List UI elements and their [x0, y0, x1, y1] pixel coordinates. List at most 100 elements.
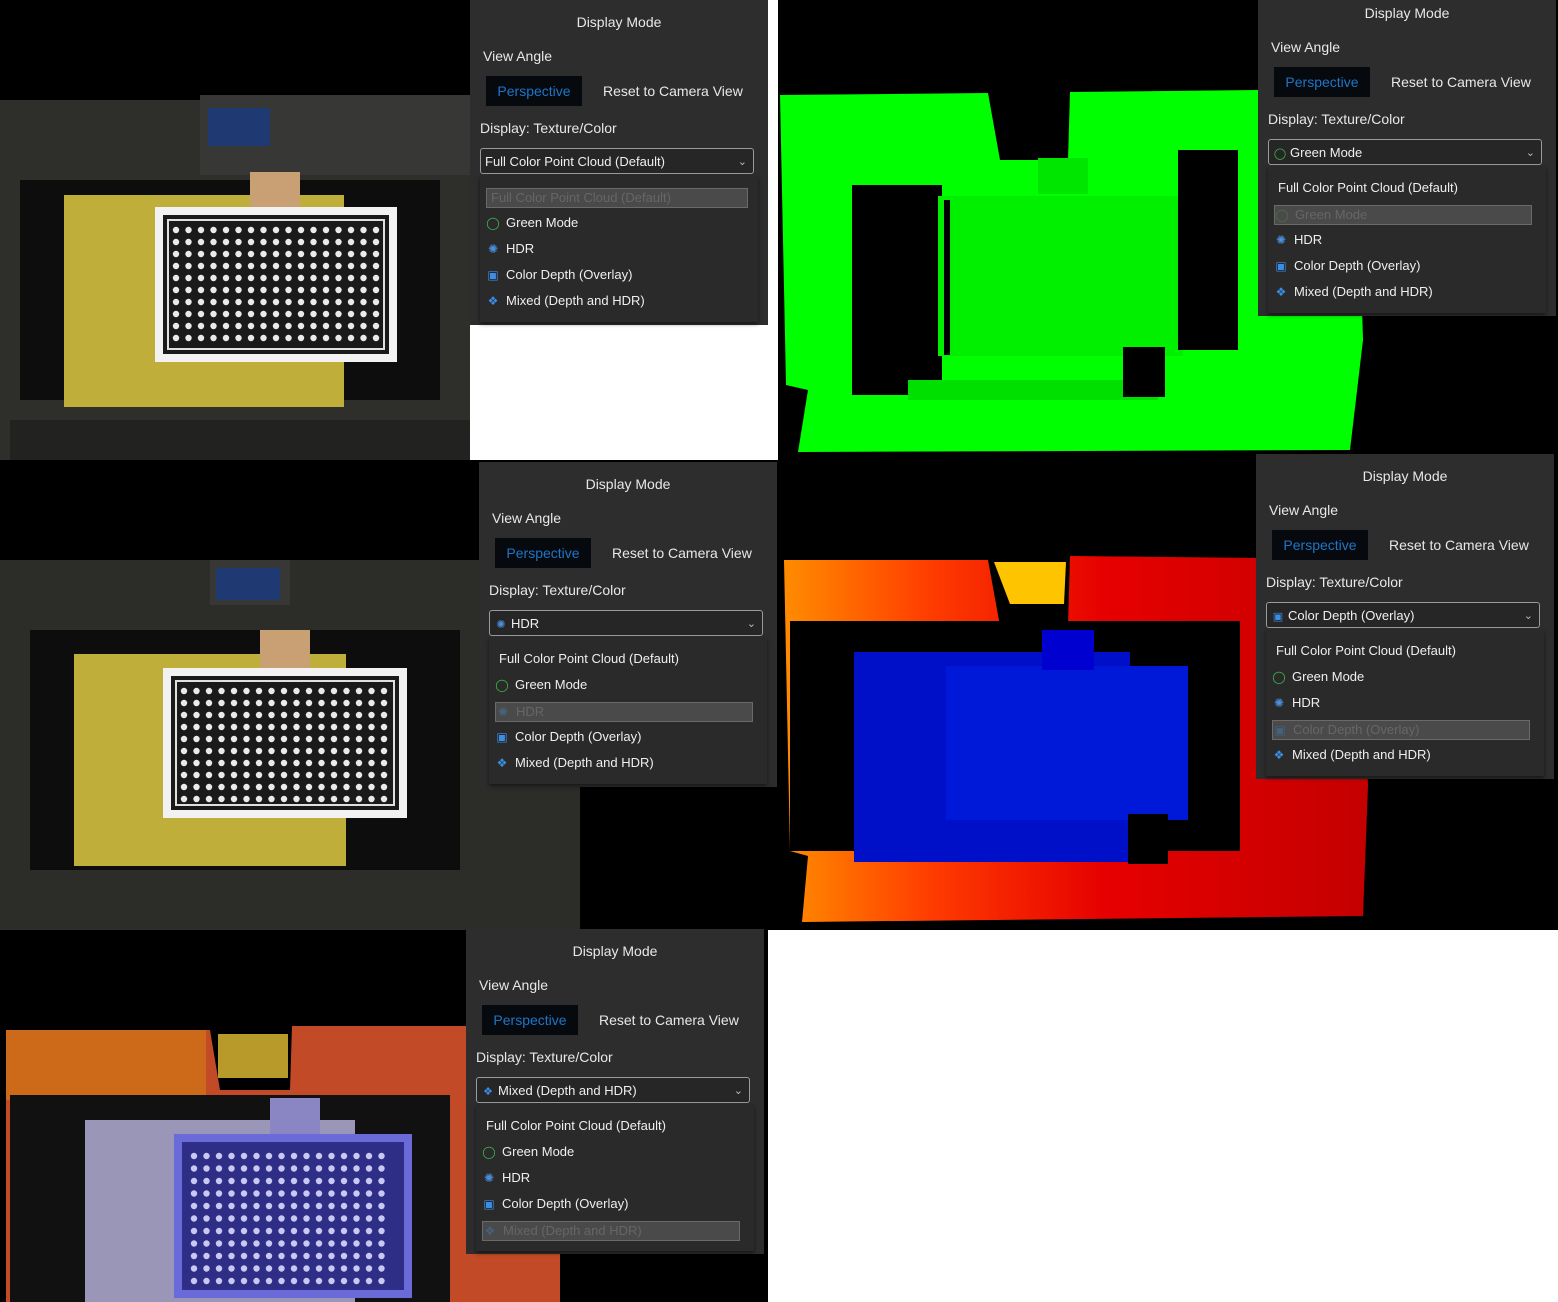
chevron-down-icon[interactable]: ⌄: [734, 1078, 743, 1104]
dropdown-option[interactable]: ▣ Color Depth (Overlay): [495, 728, 751, 746]
calibration-dot: [297, 310, 305, 318]
dropdown-option[interactable]: ❖ Mixed (Depth and HDR): [486, 292, 742, 310]
calibration-dot: [235, 238, 242, 246]
calibration-dot: [172, 334, 180, 342]
hdr-icon: ✺: [496, 619, 506, 631]
perspective-button[interactable]: Perspective: [486, 76, 582, 106]
perspective-button[interactable]: Perspective: [1274, 67, 1370, 97]
calibration-dot: [260, 334, 267, 342]
display-mode-select[interactable]: Full Color Point Cloud (Default) ⌄: [480, 148, 754, 174]
calibration-dot: [180, 771, 188, 779]
display-mode-select[interactable]: ✺ HDR ⌄: [489, 610, 763, 636]
calibration-dot: [303, 1202, 310, 1210]
calibration-dot: [210, 298, 217, 306]
dropdown-option[interactable]: Full Color Point Cloud (Default): [482, 1117, 742, 1135]
dropdown-option-label: HDR: [506, 241, 535, 256]
dropdown-option[interactable]: ◯ Green Mode: [482, 1143, 738, 1161]
dropdown-option[interactable]: ❖ Mixed (Depth and HDR): [495, 754, 751, 772]
calibration-dot: [310, 274, 317, 282]
viewport-full-color[interactable]: [0, 0, 470, 460]
calibration-dot: [322, 322, 330, 330]
dropdown-option[interactable]: Full Color Point Cloud (Default): [495, 650, 755, 668]
calibration-dot: [380, 711, 388, 719]
reset-camera-view-button[interactable]: Reset to Camera View: [612, 545, 752, 561]
dropdown-option[interactable]: ❖ Mixed (Depth and HDR): [1274, 283, 1530, 301]
calibration-dot: [293, 783, 300, 791]
calibration-dot: [205, 771, 213, 779]
dropdown-option[interactable]: ✺ HDR: [482, 1169, 738, 1187]
perspective-button[interactable]: Perspective: [482, 1005, 578, 1035]
calibration-dot: [230, 711, 238, 719]
calibration-dot: [328, 1202, 335, 1210]
dropdown-option[interactable]: ✺ HDR: [1272, 694, 1528, 712]
dropdown-option[interactable]: Full Color Point Cloud (Default): [486, 188, 748, 208]
calibration-dot: [235, 274, 242, 282]
calibration-dot: [297, 334, 305, 342]
calibration-dot: [335, 238, 342, 246]
dropdown-option[interactable]: ✺ HDR: [486, 240, 742, 258]
calibration-dot: [315, 1215, 323, 1222]
display-mode-select[interactable]: ▣ Color Depth (Overlay) ⌄: [1266, 602, 1540, 628]
calibration-dot: [180, 687, 188, 695]
perspective-button[interactable]: Perspective: [495, 538, 591, 568]
calibration-dot: [328, 1152, 335, 1160]
calibration-dot: [318, 747, 325, 755]
calibration-dot: [360, 322, 367, 330]
display-texture-label: Display: Texture/Color: [480, 120, 617, 136]
calibration-dot: [243, 687, 250, 695]
dropdown-option[interactable]: ✺ HDR: [1274, 231, 1530, 249]
dropdown-option-label: Mixed (Depth and HDR): [1292, 747, 1431, 762]
calibration-dot: [368, 711, 375, 719]
calibration-dot: [278, 1277, 285, 1285]
calibration-dot: [253, 1277, 260, 1285]
calibration-dot: [228, 1277, 235, 1285]
reset-camera-view-button[interactable]: Reset to Camera View: [599, 1012, 739, 1028]
reset-camera-view-button[interactable]: Reset to Camera View: [603, 83, 743, 99]
calibration-dot: [340, 1265, 348, 1272]
calibration-dot: [315, 1240, 323, 1247]
calibration-dot: [272, 274, 280, 282]
calibration-dot: [205, 783, 213, 791]
calibration-dot: [172, 322, 180, 330]
dropdown-option[interactable]: ❖ Mixed (Depth and HDR): [482, 1221, 740, 1241]
dropdown-option[interactable]: ◯ Green Mode: [486, 214, 742, 232]
reset-camera-view-button[interactable]: Reset to Camera View: [1389, 537, 1529, 553]
calibration-dot: [230, 723, 238, 731]
calibration-dot: [190, 1265, 198, 1272]
calibration-dot: [280, 771, 288, 779]
calibration-dot: [347, 262, 355, 270]
calibration-dot: [303, 1265, 310, 1272]
blue-card: [208, 108, 270, 146]
dropdown-option[interactable]: ✺ HDR: [495, 702, 753, 722]
dropdown-option[interactable]: ▣ Color Depth (Overlay): [482, 1195, 738, 1213]
display-mode-select[interactable]: ❖ Mixed (Depth and HDR) ⌄: [476, 1077, 750, 1103]
calibration-dot: [222, 262, 230, 270]
calibration-dot: [205, 711, 213, 719]
display-mode-dropdown: Full Color Point Cloud (Default) ◯ Green M…: [1268, 167, 1546, 313]
dropdown-option[interactable]: ▣ Color Depth (Overlay): [1272, 720, 1530, 740]
calibration-dot: [180, 759, 188, 767]
dropdown-option[interactable]: Full Color Point Cloud (Default): [1272, 642, 1532, 660]
dropdown-option[interactable]: ❖ Mixed (Depth and HDR): [1272, 746, 1528, 764]
calibration-dot: [253, 1252, 260, 1260]
perspective-button[interactable]: Perspective: [1272, 530, 1368, 560]
dropdown-option[interactable]: ▣ Color Depth (Overlay): [486, 266, 742, 284]
dropdown-option[interactable]: ▣ Color Depth (Overlay): [1274, 257, 1530, 275]
display-mode-select[interactable]: ◯ Green Mode ⌄: [1268, 139, 1542, 165]
calibration-dot: [260, 274, 267, 282]
calibration-dot: [172, 286, 180, 294]
calibration-dot: [243, 795, 250, 803]
reset-camera-view-button[interactable]: Reset to Camera View: [1391, 74, 1531, 90]
chevron-down-icon[interactable]: ⌄: [1526, 140, 1535, 166]
dropdown-option[interactable]: Full Color Point Cloud (Default): [1274, 179, 1534, 197]
dropdown-option[interactable]: ◯ Green Mode: [495, 676, 751, 694]
chevron-down-icon[interactable]: ⌄: [738, 149, 747, 175]
chevron-down-icon[interactable]: ⌄: [1524, 603, 1533, 629]
chevron-down-icon[interactable]: ⌄: [747, 611, 756, 637]
calibration-dot: [343, 711, 350, 719]
dropdown-option[interactable]: ◯ Green Mode: [1272, 668, 1528, 686]
color-depth-icon: ▣: [1275, 259, 1287, 273]
calibration-dot: [265, 1277, 273, 1285]
dropdown-option[interactable]: ◯ Green Mode: [1274, 205, 1532, 225]
calibration-dot: [378, 1202, 385, 1210]
